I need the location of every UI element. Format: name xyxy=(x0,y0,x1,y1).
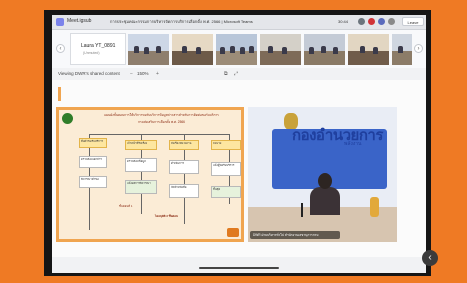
flow-box: แจ้งผู้ขอรับบริการ xyxy=(211,162,241,176)
content-stage: แผนผังขั้นตอนการให้บริการขอรับบริการข้อม… xyxy=(52,80,426,257)
highlight-label: ไม่อนุมัติ 3 ขั้นตอน xyxy=(155,214,178,218)
chat-icon[interactable] xyxy=(358,18,365,25)
participant-strip: ‹ Laura YT_0891 (Unmuted) › xyxy=(52,30,426,68)
sharing-status: Viewing DWR's shared content xyxy=(58,71,120,76)
slide-panel-handle[interactable] xyxy=(58,87,61,101)
trophy-icon xyxy=(370,197,379,217)
flow-box: ส่งเรื่องหน่วยงาน xyxy=(169,140,199,150)
strip-prev-icon[interactable]: ‹ xyxy=(56,44,65,53)
home-indicator[interactable] xyxy=(199,267,279,269)
back-arrow-icon[interactable]: ‹ xyxy=(422,250,438,266)
people-icon[interactable] xyxy=(378,18,385,25)
flow-box: จัดทำหนังสือ xyxy=(169,184,199,198)
participant-video-7[interactable] xyxy=(392,34,412,65)
meeting-timer: 30:44 xyxy=(338,19,349,24)
participant-status: (Unmuted) xyxy=(83,51,100,55)
leave-button[interactable]: Leave xyxy=(402,17,424,26)
share-controls: Viewing DWR's shared content − 150% + ⧉ … xyxy=(52,68,426,80)
fullscreen-icon[interactable]: ⤢ xyxy=(234,70,238,78)
speaker-name-caption: DWR ฝ่ายบริหารทั่วไป สำนักงานเลขานุการกร… xyxy=(250,231,340,239)
shared-slide: แผนผังขั้นตอนการให้บริการขอรับบริการข้อม… xyxy=(56,107,244,242)
flow-box: แจ้งผลการพิจารณา xyxy=(125,180,157,194)
participant-name: Laura YT_0891 xyxy=(81,43,116,49)
record-icon[interactable] xyxy=(368,18,375,25)
more-icon[interactable] xyxy=(388,18,395,25)
participant-video-6[interactable] xyxy=(348,34,389,65)
teams-window: Meet.igsub การประชุมคณะกรรมการบริหารจัดก… xyxy=(52,15,426,273)
flow-box: ยื่นคำขอรับบริการ xyxy=(79,138,107,148)
pop-out-icon[interactable]: ⧉ xyxy=(224,70,228,78)
zoom-in-icon[interactable]: + xyxy=(156,70,159,78)
flow-box: ตรวจสอบเอกสาร xyxy=(79,156,107,168)
flow-box: เจ้าหน้าที่รับเรื่อง xyxy=(125,140,157,150)
flow-box: พิจารณาคำขอ xyxy=(79,176,107,188)
participant-video-4[interactable] xyxy=(260,34,301,65)
slide-subtitle: กรมส่งเสริมการเลือกตั้ง พ.ศ. 2566 xyxy=(138,120,185,124)
slide-title: แผนผังขั้นตอนการให้บริการขอรับบริการข้อม… xyxy=(104,113,219,117)
slide-corner-icon xyxy=(227,228,239,237)
speaker-body xyxy=(310,187,340,215)
top-bar: Meet.igsub การประชุมคณะกรรมการบริหารจัดก… xyxy=(52,15,426,30)
flow-box: ดำเนินการ xyxy=(169,160,199,174)
participant-video-2[interactable] xyxy=(172,34,213,65)
zoom-out-icon[interactable]: − xyxy=(130,70,133,78)
strip-next-icon[interactable]: › xyxy=(414,44,423,53)
flow-box: ตรวจสอบข้อมูล xyxy=(125,158,157,172)
speaker-video[interactable]: กองอำนวยการ พลังงาน DWR ฝ่ายบริหารทั่วไป… xyxy=(248,107,397,242)
flow-connector xyxy=(89,134,229,135)
speaker-head xyxy=(318,173,332,189)
bottom-bar xyxy=(52,257,426,273)
participant-video-5[interactable] xyxy=(304,34,345,65)
microphone-icon xyxy=(301,203,303,217)
step-label: ขั้นตอนที่ 1 xyxy=(119,204,133,208)
meeting-location: Meet.igsub xyxy=(67,18,92,24)
meeting-title: การประชุมคณะกรรมการบริหารจัดการบริการเลื… xyxy=(110,19,253,24)
flow-box: ลงนาม xyxy=(211,140,241,150)
participant-video-1[interactable] xyxy=(128,34,169,65)
backdrop-title: กองอำนวยการ xyxy=(292,127,383,144)
participant-tile-featured[interactable]: Laura YT_0891 (Unmuted) xyxy=(70,33,126,65)
flow-box: สิ้นสุด xyxy=(211,186,241,198)
org-logo-icon xyxy=(62,113,73,124)
zoom-level: 150% xyxy=(137,71,149,76)
backdrop-subtitle: พลังงาน xyxy=(344,141,362,147)
participant-video-3[interactable] xyxy=(216,34,257,65)
teams-logo-icon xyxy=(56,18,64,26)
